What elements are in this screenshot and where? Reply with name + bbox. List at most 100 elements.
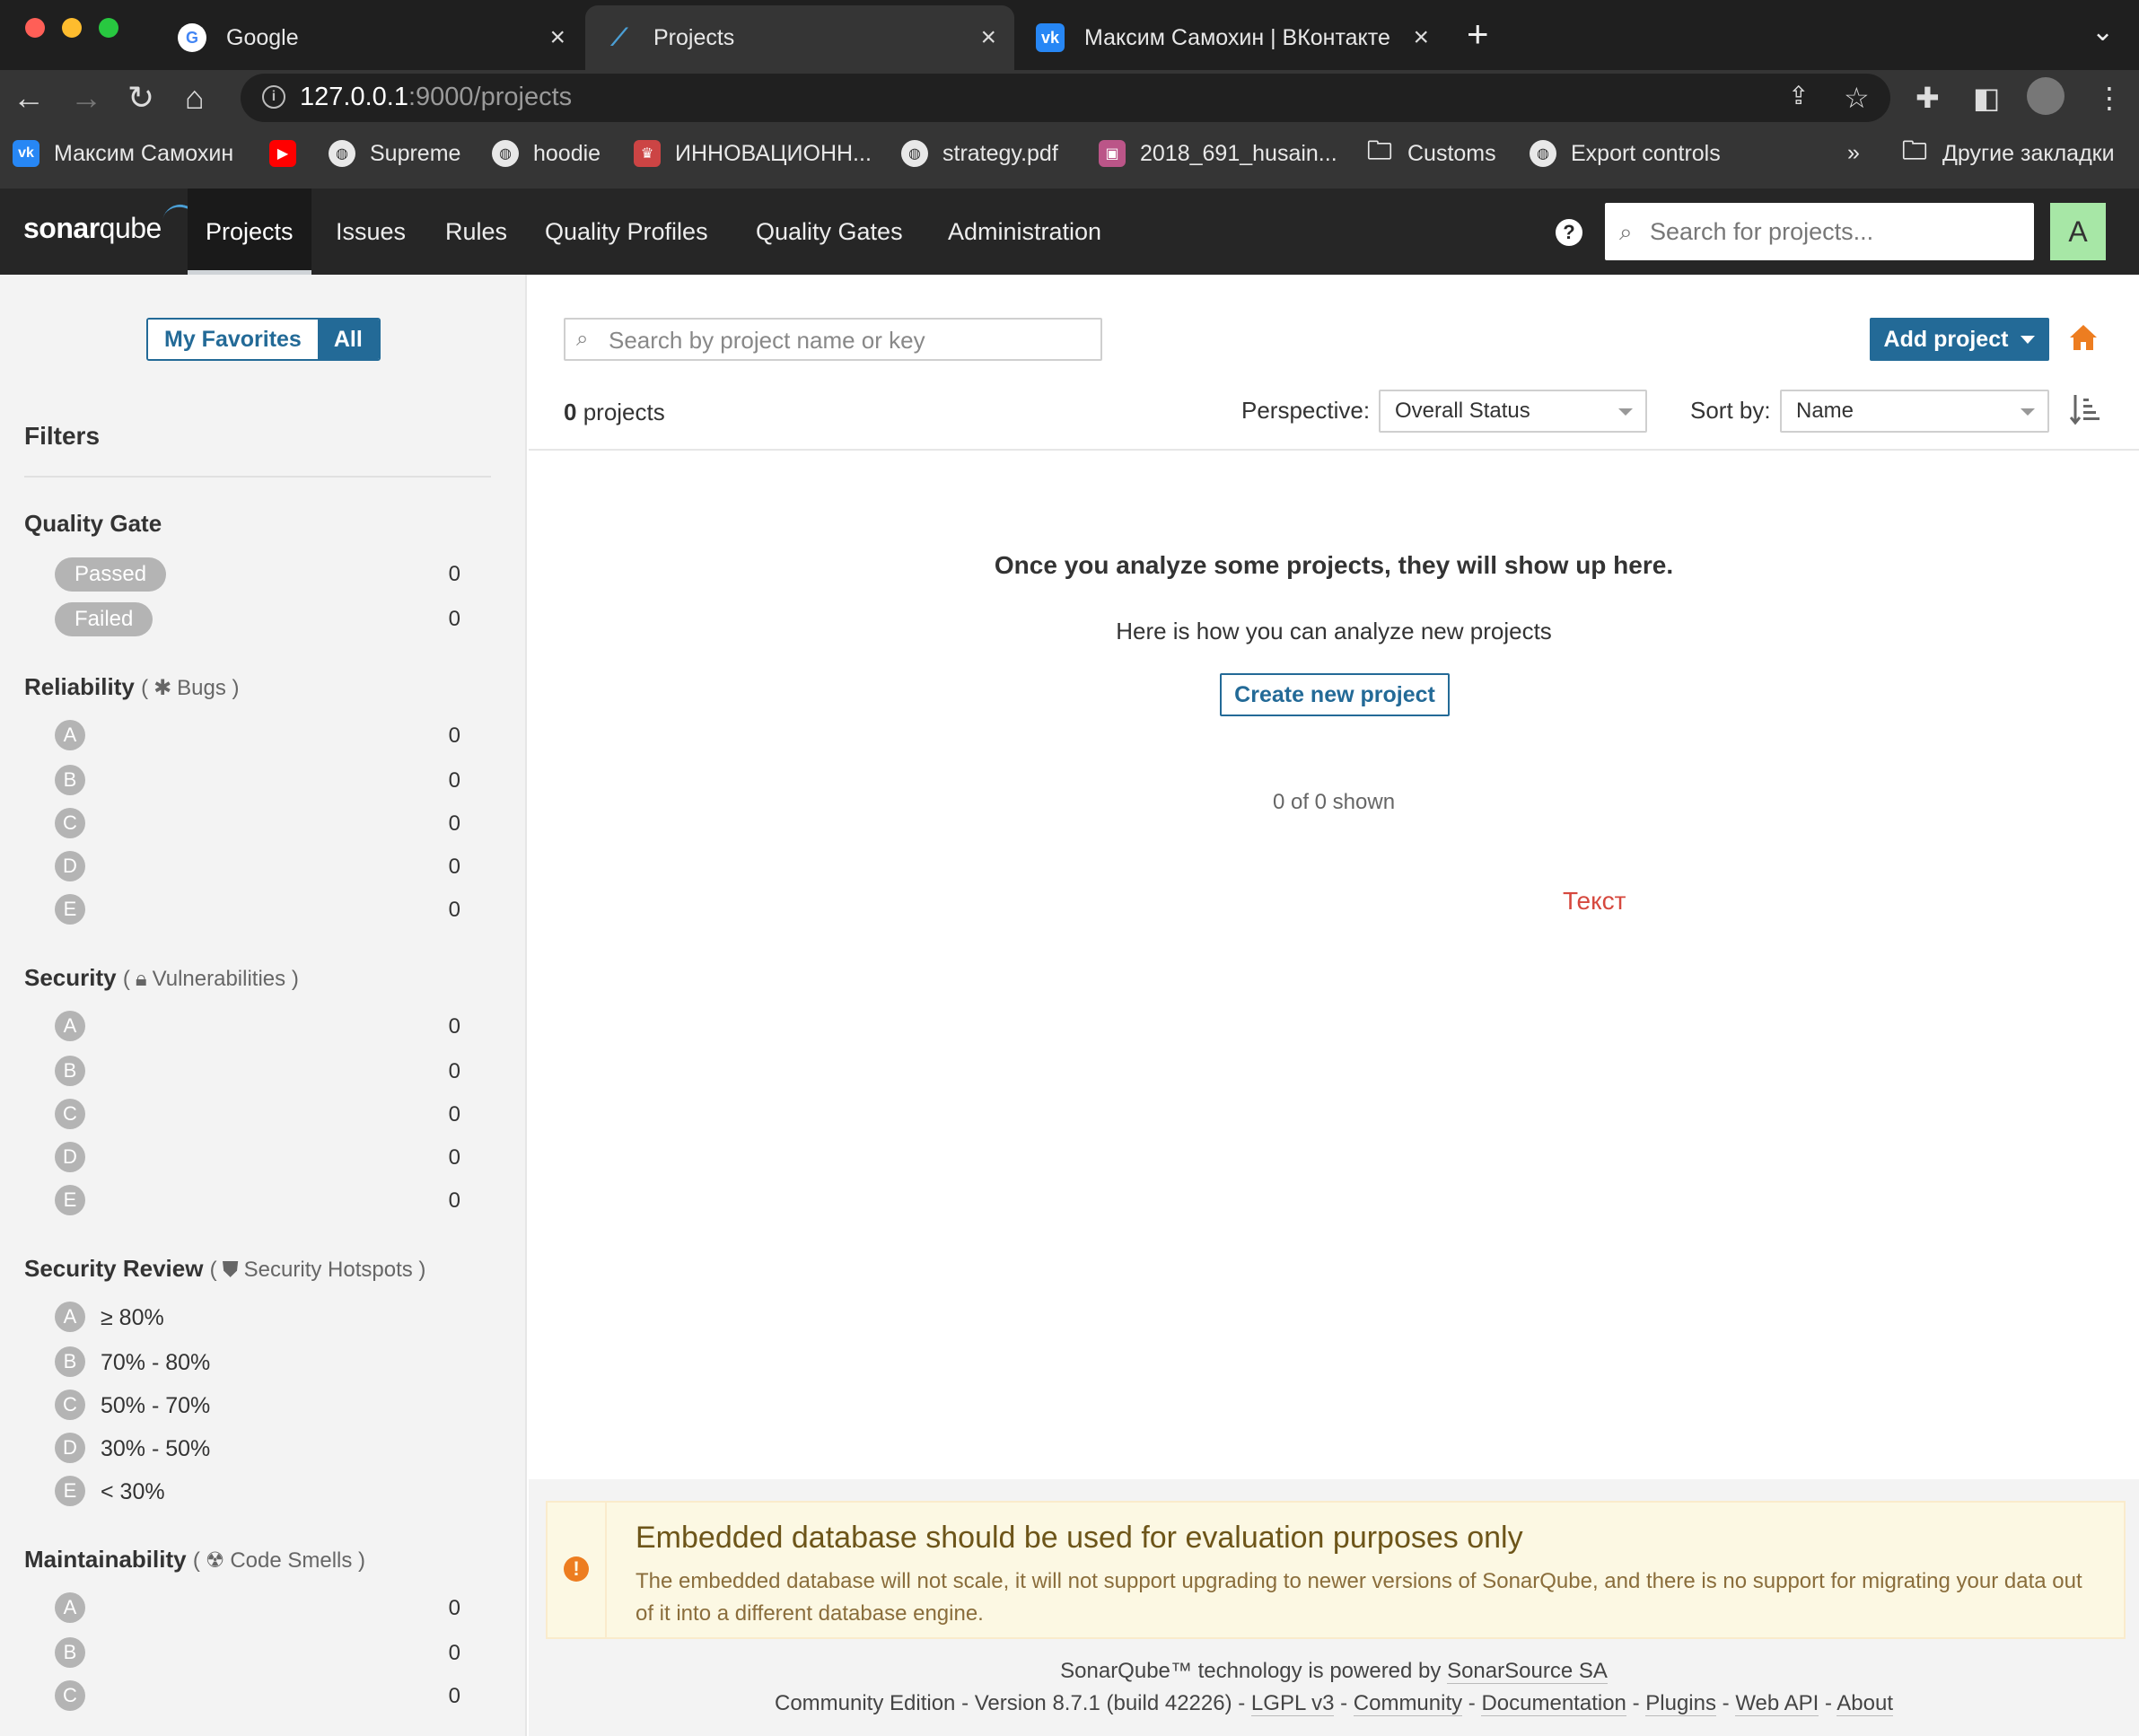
globe-icon: ◍: [1530, 140, 1556, 167]
nav-administration[interactable]: Administration: [930, 189, 1119, 275]
lgpl-link[interactable]: LGPL v3: [1250, 1691, 1335, 1716]
global-search-input[interactable]: [1650, 212, 2018, 251]
browser-tab-vk[interactable]: vk Максим Самохин | ВКонтакте ×: [1016, 5, 1447, 70]
add-project-button[interactable]: Add project: [1870, 318, 2049, 361]
sort-select[interactable]: Name: [1780, 390, 2049, 433]
forward-arrow-icon[interactable]: →: [70, 79, 102, 117]
grade-c[interactable]: C: [55, 1680, 85, 1711]
grade-c[interactable]: C: [55, 1390, 85, 1420]
grade-d[interactable]: D: [55, 1433, 85, 1463]
facet-title-text: Security Review: [24, 1255, 204, 1282]
grade-e[interactable]: E: [55, 1476, 85, 1506]
facet-maintainability-title[interactable]: Maintainability (☢ Code Smells ): [24, 1546, 365, 1574]
grade-range[interactable]: < 30%: [101, 1479, 165, 1505]
grade-e[interactable]: E: [55, 1185, 85, 1215]
nav-quality-gates[interactable]: Quality Gates: [738, 189, 921, 275]
facet-security-title[interactable]: Security (🔒︎ Vulnerabilities ): [24, 964, 299, 992]
url-text[interactable]: 127.0.0.1:9000/projects: [300, 83, 572, 112]
side-panel-icon[interactable]: ◧: [1973, 81, 2000, 115]
grade-range[interactable]: 30% - 50%: [101, 1436, 210, 1462]
profile-avatar-icon[interactable]: [2027, 77, 2064, 115]
browser-tab-google[interactable]: G Google ×: [153, 5, 583, 70]
sort-order-icon[interactable]: [2070, 391, 2100, 427]
about-link[interactable]: About: [1837, 1691, 1893, 1716]
grade-b[interactable]: B: [55, 765, 85, 795]
close-icon[interactable]: ×: [980, 22, 996, 53]
window-close-button[interactable]: [25, 18, 45, 38]
bookmark-item[interactable]: ▶: [269, 140, 311, 167]
grade-d[interactable]: D: [55, 851, 85, 881]
help-icon[interactable]: ?: [1556, 219, 1582, 246]
bookmark-item[interactable]: ◍ hoodie: [492, 140, 600, 167]
nav-projects[interactable]: Projects: [188, 189, 311, 275]
bookmark-item[interactable]: vk Максим Самохин: [13, 140, 233, 167]
grade-a[interactable]: A: [55, 720, 85, 750]
documentation-link[interactable]: Documentation: [1481, 1691, 1626, 1716]
sonarqube-logo[interactable]: sonarqube: [23, 201, 202, 245]
grade-d[interactable]: D: [55, 1142, 85, 1172]
reload-icon[interactable]: ↻: [127, 79, 154, 117]
new-tab-button[interactable]: +: [1467, 13, 1489, 56]
empty-state-title: Once you analyze some projects, they wil…: [994, 551, 1674, 579]
nav-issues[interactable]: Issues: [318, 189, 424, 275]
close-icon[interactable]: ×: [549, 22, 565, 53]
bookmark-item[interactable]: ▣ 2018_691_husain...: [1099, 140, 1337, 167]
home-icon[interactable]: [2067, 321, 2100, 354]
grade-b[interactable]: B: [55, 1056, 85, 1086]
bookmark-item[interactable]: ♛ ИННОВАЦИОНН...: [634, 140, 872, 167]
bookmark-item[interactable]: ◍ Supreme: [329, 140, 460, 167]
create-new-project-button[interactable]: Create new project: [1220, 673, 1450, 716]
share-icon[interactable]: ⇪: [1788, 81, 1809, 110]
grade-range[interactable]: ≥ 80%: [101, 1305, 164, 1331]
grade-range[interactable]: 70% - 80%: [101, 1350, 210, 1376]
filter-failed[interactable]: Failed: [55, 602, 153, 636]
grade-b[interactable]: B: [55, 1637, 85, 1668]
all-projects-button[interactable]: All: [317, 320, 379, 359]
bookmarks-overflow-button[interactable]: »: [1847, 140, 1860, 166]
browser-menu-icon[interactable]: ⋮: [2095, 81, 2124, 115]
home-icon[interactable]: ⌂: [185, 79, 205, 117]
bookmark-item[interactable]: ◍ strategy.pdf: [901, 140, 1058, 167]
nav-rules[interactable]: Rules: [427, 189, 525, 275]
community-link[interactable]: Community: [1353, 1691, 1463, 1716]
bookmark-item[interactable]: 🗀 Customs: [1366, 136, 1496, 167]
grade-a[interactable]: A: [55, 1592, 85, 1623]
sonarsource-link[interactable]: SonarSource SA: [1447, 1659, 1608, 1684]
grade-c[interactable]: C: [55, 808, 85, 838]
global-search[interactable]: ⌕: [1605, 203, 2034, 260]
grade-e[interactable]: E: [55, 894, 85, 925]
site-info-icon[interactable]: i: [262, 85, 285, 109]
my-favorites-button[interactable]: My Favorites: [148, 320, 318, 359]
bookmark-item[interactable]: ◍ Export controls: [1530, 140, 1721, 167]
web-api-link[interactable]: Web API: [1735, 1691, 1819, 1716]
browser-tab-projects[interactable]: ⟋ Projects ×: [585, 5, 1014, 70]
globe-icon: ◍: [492, 140, 519, 167]
facet-reliability-title[interactable]: Reliability (✱ Bugs ): [24, 673, 240, 701]
plugins-link[interactable]: Plugins: [1645, 1691, 1716, 1716]
close-icon[interactable]: ×: [1413, 22, 1429, 53]
back-arrow-icon[interactable]: ←: [13, 79, 45, 117]
grade-range[interactable]: 50% - 70%: [101, 1393, 210, 1419]
bookmark-star-icon[interactable]: ☆: [1844, 81, 1870, 115]
other-bookmarks-folder[interactable]: 🗀 Другие закладки: [1901, 136, 2115, 167]
filter-passed[interactable]: Passed: [55, 557, 167, 592]
grade-c[interactable]: C: [55, 1099, 85, 1129]
facet-security-review-title[interactable]: Security Review (⛊ Security Hotspots ): [24, 1255, 425, 1283]
facet-count: 0: [448, 1102, 460, 1127]
user-avatar[interactable]: A: [2050, 203, 2106, 260]
facet-quality-gate-title[interactable]: Quality Gate: [24, 510, 162, 538]
project-search-input[interactable]: [609, 323, 1093, 357]
window-zoom-button[interactable]: [99, 18, 118, 38]
grade-b[interactable]: B: [55, 1346, 85, 1377]
project-count-number: 0: [564, 399, 577, 425]
perspective-select[interactable]: Overall Status: [1379, 390, 1647, 433]
grade-a[interactable]: A: [55, 1302, 85, 1332]
tab-search-chevron-icon[interactable]: ⌄: [2091, 16, 2114, 48]
footer-separator: -: [1722, 1691, 1730, 1715]
warning-body: The embedded database will not scale, it…: [636, 1569, 2082, 1626]
project-search[interactable]: ⌕: [564, 318, 1102, 361]
window-minimize-button[interactable]: [62, 18, 82, 38]
extensions-puzzle-icon[interactable]: ✚: [1915, 81, 1940, 115]
nav-quality-profiles[interactable]: Quality Profiles: [527, 189, 726, 275]
grade-a[interactable]: A: [55, 1011, 85, 1041]
